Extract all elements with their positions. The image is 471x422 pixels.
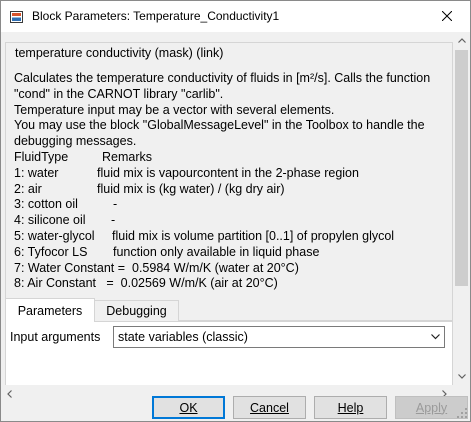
mask-description: Calculates the temperature conductivity …	[14, 71, 444, 292]
input-arguments-select[interactable]: state variables (classic)	[113, 326, 445, 348]
resize-grip-icon[interactable]	[456, 407, 468, 419]
tab-debugging[interactable]: Debugging	[94, 300, 179, 321]
simulink-block-icon	[9, 9, 25, 25]
fluid-row: 4: silicone oil -	[14, 213, 444, 229]
fluid-header-remark: Remarks	[102, 149, 153, 164]
description-line: You may use the block "GlobalMessageLeve…	[14, 118, 425, 149]
fluid-name: 5: water-glycol	[14, 228, 95, 243]
fluid-table-header: FluidType Remarks	[14, 150, 444, 166]
description-line: Temperature input may be a vector with s…	[14, 102, 335, 117]
fluid-remark: fluid mix is vapourcontent in the 2-phas…	[97, 165, 359, 180]
title-bar[interactable]: Block Parameters: Temperature_Conductivi…	[1, 1, 470, 32]
parameters-panel: Input arguments state variables (classic…	[5, 321, 453, 387]
fluid-row: 1: water fluid mix is vapourcontent in t…	[14, 166, 444, 182]
scroll-down-icon[interactable]	[453, 368, 470, 385]
fluid-header-name: FluidType	[14, 149, 69, 164]
constant-line: 7: Water Constant = 0.5984 W/m/K (water …	[14, 260, 299, 275]
ok-button-label: OK	[179, 400, 198, 415]
fluid-name: 6: Tyfocor LS	[14, 244, 88, 259]
block-parameters-dialog: Block Parameters: Temperature_Conductivi…	[0, 0, 471, 422]
help-button[interactable]: Help	[314, 396, 387, 419]
description-line: Calculates the temperature conductivity …	[14, 71, 431, 101]
tab-parameters[interactable]: Parameters	[5, 298, 95, 322]
vertical-scroll-thumb[interactable]	[455, 50, 468, 286]
input-arguments-label: Input arguments	[10, 330, 101, 344]
apply-button-label: Apply	[415, 400, 448, 415]
group-legend: temperature conductivity (mask) (link)	[13, 46, 226, 60]
fluid-row: 5: water-glycol fluid mix is volume part…	[14, 229, 444, 245]
window-title: Block Parameters: Temperature_Conductivi…	[32, 9, 280, 23]
fluid-row: 2: air fluid mix is (kg water) / (kg dry…	[14, 182, 444, 198]
fluid-row: 6: Tyfocor LS function only available in…	[14, 245, 444, 261]
ok-button[interactable]: OK	[152, 396, 225, 419]
scroll-up-icon[interactable]	[453, 32, 470, 49]
scroll-left-icon[interactable]	[1, 385, 18, 402]
fluid-name: 3: cotton oil	[14, 197, 78, 212]
cancel-button[interactable]: Cancel	[233, 396, 306, 419]
cancel-button-label: Cancel	[250, 400, 289, 415]
fluid-name: 2: air	[14, 181, 42, 196]
dialog-content: temperature conductivity (mask) (link) C…	[1, 32, 470, 421]
fluid-remark: function only available in liquid phase	[113, 244, 320, 259]
constant-line: 8: Air Constant = 0.02569 W/m/K (air at …	[14, 276, 278, 291]
fluid-name: 4: silicone oil	[14, 213, 86, 228]
fluid-row: 3: cotton oil -	[14, 197, 444, 213]
close-button[interactable]	[424, 1, 470, 32]
fluid-name: 1: water	[14, 165, 59, 180]
fluid-remark: fluid mix is (kg water) / (kg dry air)	[97, 181, 285, 196]
fluid-remark: -	[111, 213, 116, 228]
fluid-remark: -	[113, 197, 118, 212]
tab-strip: Parameters Debugging	[5, 298, 451, 322]
input-arguments-value: state variables (classic)	[118, 330, 248, 344]
fluid-remark: fluid mix is volume partition [0..1] of …	[112, 228, 395, 243]
mask-description-group: temperature conductivity (mask) (link) C…	[5, 42, 453, 321]
dropdown-arrow-icon	[430, 332, 440, 342]
close-icon	[441, 10, 453, 24]
vertical-scrollbar[interactable]	[453, 32, 470, 385]
help-button-label: Help	[337, 400, 364, 415]
